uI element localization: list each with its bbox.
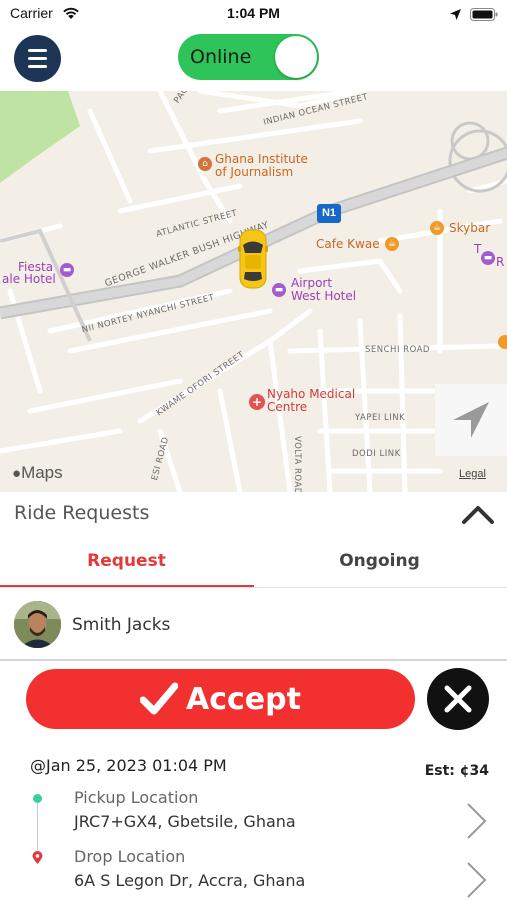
street-label: YAPEI LINK bbox=[355, 413, 406, 423]
poi-label: R bbox=[496, 255, 505, 269]
drop-label: Drop Location bbox=[74, 847, 186, 866]
online-toggle[interactable]: Online bbox=[178, 34, 319, 80]
pickup-label: Pickup Location bbox=[74, 788, 199, 807]
poi-label: ale Hotel bbox=[2, 272, 56, 286]
pickup-address: JRC7+GX4, Gbetsile, Ghana bbox=[74, 812, 296, 831]
close-icon bbox=[444, 685, 472, 713]
hotel-icon: ▬ bbox=[60, 263, 74, 277]
hamburger-icon bbox=[28, 49, 47, 52]
pickup-dot-icon bbox=[33, 794, 42, 803]
hotel-icon: ▬ bbox=[272, 283, 286, 297]
route-connector bbox=[37, 802, 38, 850]
menu-button[interactable] bbox=[14, 35, 61, 82]
street-label: SENCHI ROAD bbox=[365, 345, 430, 355]
maps-attribution: ●Maps bbox=[12, 463, 63, 483]
street-label: DODI LINK bbox=[352, 449, 401, 459]
map-view[interactable]: PACI INDIAN OCEAN STREET ATLANTIC STREET… bbox=[0, 91, 507, 492]
rider-name: Smith Jacks bbox=[72, 615, 171, 635]
panel-title: Ride Requests bbox=[14, 502, 150, 524]
legal-link[interactable]: Legal bbox=[459, 468, 486, 480]
driver-car-icon bbox=[238, 228, 268, 294]
drop-address: 6A S Legon Dr, Accra, Ghana bbox=[74, 871, 306, 890]
poi-label: Skybar bbox=[449, 221, 491, 235]
hamburger-icon-line bbox=[28, 57, 47, 60]
poi-label: Cafe Kwae bbox=[316, 237, 380, 251]
estimated-fare: Est: ¢34 bbox=[424, 763, 489, 779]
online-label: Online bbox=[190, 46, 252, 68]
request-datetime: @Jan 25, 2023 01:04 PM bbox=[30, 756, 227, 775]
drop-chevron-icon[interactable] bbox=[465, 860, 489, 900]
school-icon: ⌂ bbox=[198, 157, 212, 171]
tab-ongoing[interactable]: Ongoing bbox=[253, 551, 506, 571]
checkmark-icon bbox=[140, 682, 179, 715]
tab-request[interactable]: Request bbox=[0, 551, 253, 571]
street-label: VOLTA ROAD bbox=[292, 436, 302, 492]
pickup-chevron-icon[interactable] bbox=[465, 801, 489, 845]
maps-logo-text: Maps bbox=[21, 463, 63, 482]
cafe-icon bbox=[498, 335, 507, 349]
hotel-icon: ▬ bbox=[481, 251, 495, 265]
hamburger-icon-line bbox=[28, 65, 47, 68]
chevron-up-icon[interactable] bbox=[461, 503, 495, 529]
navigation-arrow-icon bbox=[453, 402, 489, 438]
toggle-knob[interactable] bbox=[275, 36, 317, 78]
poi-label: Centre bbox=[267, 400, 308, 414]
rider-divider bbox=[0, 659, 507, 661]
poi-label: of Journalism bbox=[215, 165, 294, 179]
drop-pin-icon bbox=[32, 850, 43, 869]
battery-icon bbox=[470, 6, 498, 25]
clock: 1:04 PM bbox=[227, 5, 280, 21]
bar-icon: ☕ bbox=[430, 221, 444, 235]
hospital-icon: + bbox=[249, 394, 265, 410]
highway-badge: N1 bbox=[317, 204, 341, 223]
tab-divider bbox=[0, 587, 507, 588]
poi-label: West Hotel bbox=[291, 289, 357, 303]
accept-button[interactable]: Accept bbox=[26, 669, 415, 729]
accept-label: Accept bbox=[186, 681, 301, 717]
status-bar: Carrier 1:04 PM bbox=[0, 0, 507, 28]
poi-label: T bbox=[474, 242, 482, 256]
decline-button[interactable] bbox=[427, 668, 489, 730]
avatar bbox=[14, 601, 61, 648]
recenter-button[interactable] bbox=[435, 384, 507, 456]
apple-logo-icon: ● bbox=[12, 465, 22, 482]
location-arrow-icon bbox=[449, 6, 462, 25]
cafe-icon: ☕ bbox=[385, 237, 399, 251]
